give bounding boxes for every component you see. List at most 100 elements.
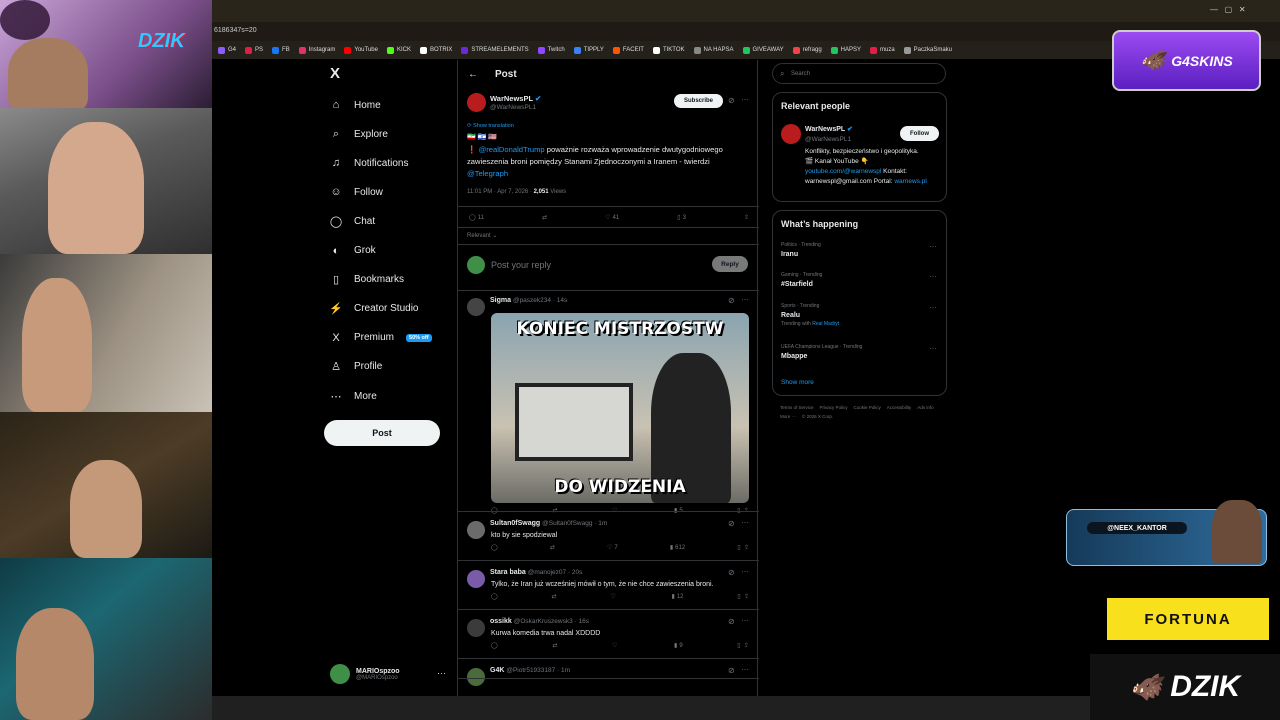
trend-item[interactable]: UEFA Champions League · Trending Mbappe ··… (781, 344, 941, 360)
sidebar-item-bookmarks[interactable]: ▯ Bookmarks (330, 271, 404, 289)
sort-dropdown[interactable]: Relevant ⌄ (467, 232, 497, 239)
grok-icon[interactable]: ⊘ (728, 666, 735, 675)
show-translation-link[interactable]: ⟳ Show translation (467, 123, 514, 129)
like-icon[interactable]: ♡ (610, 593, 617, 600)
bookmark-3[interactable]: Instagram (298, 46, 335, 54)
bookmark-7[interactable]: STREAMELEMENTS (461, 46, 529, 54)
reply-author[interactable]: G4K @Piotr51933187 · 1m (490, 667, 570, 674)
reply-author[interactable]: Sultan0fSwagg @Sultan0fSwagg · 1m (490, 520, 607, 527)
bookmark-12[interactable]: NA HAPSA (693, 46, 734, 54)
trend-item[interactable]: Gaming · Trending #Starfield ··· (781, 272, 941, 288)
more-options-icon[interactable]: ··· (741, 518, 749, 527)
bookmark-15[interactable]: HAPSY (830, 46, 861, 54)
sidebar-item-chat[interactable]: ◯ Chat (330, 212, 375, 230)
bookmark-16[interactable]: muza (870, 46, 895, 54)
bookmark-11[interactable]: TIKTOK (652, 46, 685, 54)
author-name[interactable]: WarNewsPL ✔ (490, 94, 541, 103)
bookmark-icon[interactable]: ▯ ⇪ (737, 593, 749, 600)
footer-link[interactable]: © 2026 X Corp. (802, 414, 833, 419)
show-more-link[interactable]: Show more (781, 379, 814, 386)
bookmark-2[interactable]: FB (272, 46, 290, 54)
mention-link[interactable]: ❗ @realDonaldTrump (467, 145, 545, 154)
x-logo-icon[interactable]: X (330, 65, 340, 82)
bookmark-10[interactable]: FACEIT (612, 46, 644, 54)
share-icon[interactable]: ⇪ (744, 214, 749, 221)
sidebar-item-grok[interactable]: ◐ Grok (330, 242, 376, 260)
bookmark-1[interactable]: PS (245, 46, 263, 54)
sidebar-item-explore[interactable]: ⌕ Explore (330, 125, 388, 143)
like-icon[interactable]: ♡ (612, 642, 619, 649)
bookmark-4[interactable]: YouTube (344, 46, 378, 54)
account-switcher[interactable]: MARIOspzoo @MARIOspzoo (330, 664, 400, 684)
bookmark-8[interactable]: Twitch (537, 46, 565, 54)
sidebar-item-home[interactable]: ⌂ Home (330, 96, 381, 114)
bookmark-0[interactable]: G4 (218, 46, 236, 54)
bookmark-17[interactable]: PaczkaSmaku (903, 46, 952, 54)
avatar[interactable] (467, 570, 485, 588)
avatar[interactable] (467, 521, 485, 539)
like-icon[interactable]: ♡ 41 (605, 214, 619, 222)
bookmark-icon[interactable]: ▯ ⇪ (737, 642, 749, 649)
trend-more-icon[interactable]: ··· (929, 272, 937, 281)
footer-link[interactable]: More ··· (780, 414, 796, 419)
sidebar-item-premium[interactable]: X Premium 50% off (330, 329, 432, 347)
footer-link[interactable]: Ads info (917, 405, 933, 410)
avatar[interactable] (467, 298, 485, 316)
timestamp[interactable]: 11:01 PM · Apr 7, 2026 · (467, 189, 534, 195)
follow-button[interactable]: Follow (900, 126, 939, 141)
reply-icon[interactable]: ◯ (491, 642, 498, 649)
views-icon[interactable]: ▮ 9 (674, 642, 683, 650)
sidebar-item-notifications[interactable]: ♫ Notifications (330, 154, 409, 172)
sidebar-item-profile[interactable]: ♙ Profile (330, 358, 382, 376)
person-handle[interactable]: @WarNewsPL1 (805, 136, 851, 143)
avatar[interactable] (467, 668, 485, 686)
grok-icon[interactable]: ⊘ (728, 568, 735, 577)
more-options-icon[interactable]: ··· (741, 616, 749, 625)
website-link[interactable]: warnews.pl (894, 178, 927, 185)
source-link[interactable]: @Telegraph (467, 169, 508, 178)
bookmark-9[interactable]: TIPPLY (573, 46, 604, 54)
sidebar-item-more[interactable]: ⋯ More (330, 387, 377, 405)
views-icon[interactable]: ▮ 612 (670, 544, 685, 552)
bookmark-5[interactable]: KICK (386, 46, 411, 54)
more-options-icon[interactable]: ··· (741, 567, 749, 576)
author-handle[interactable]: @WarNewsPL1 (490, 104, 536, 111)
reply-author[interactable]: Stara baba @manojez07 · 20s (490, 569, 582, 576)
views-icon[interactable]: ▮ 12 (672, 593, 684, 601)
like-icon[interactable]: ♡ 7 (607, 544, 618, 552)
footer-link[interactable]: Accessibility (887, 405, 912, 410)
sidebar-item-creator-studio[interactable]: ⚡ Creator Studio (329, 300, 418, 318)
sidebar-item-follow[interactable]: ☺ Follow (330, 183, 383, 201)
reply-input[interactable]: Post your reply (491, 260, 551, 270)
search-input[interactable]: ⌕ Search (772, 63, 946, 84)
post-button[interactable]: Post (324, 420, 440, 446)
meme-image[interactable]: KONIEC MISTRZOSTW DO WIDZENIA (491, 313, 749, 503)
footer-link[interactable]: Cookie Policy (854, 405, 881, 410)
youtube-link[interactable]: youtube.com/@warnewspl (805, 168, 881, 175)
repost-icon[interactable]: ⇄ (552, 642, 557, 649)
footer-link[interactable]: Terms of Service (780, 405, 814, 410)
repost-icon[interactable]: ⇄ (552, 593, 557, 600)
reply-author[interactable]: Sigma @paszek234 · 14s (490, 297, 567, 304)
bookmark-icon[interactable]: ▯ ⇪ (737, 544, 749, 551)
reply-author[interactable]: ossikk @OskarKruszewsk3 · 16s (490, 618, 589, 625)
person-name[interactable]: WarNewsPL ✔ (805, 125, 853, 133)
account-more-icon[interactable]: ··· (437, 668, 446, 678)
back-arrow-icon[interactable]: ← (468, 69, 478, 80)
more-options-icon[interactable]: ··· (741, 295, 749, 304)
grok-icon[interactable]: ⊘ (728, 96, 735, 105)
window-controls[interactable]: — ▢ ✕ (1210, 5, 1246, 14)
repost-icon[interactable]: ⇄ (542, 214, 547, 221)
bookmark-icon[interactable]: ▯ 3 (677, 214, 686, 222)
more-options-icon[interactable]: ··· (741, 665, 749, 674)
grok-icon[interactable]: ⊘ (728, 519, 735, 528)
reply-icon[interactable]: ◯ (491, 544, 498, 551)
avatar[interactable] (467, 619, 485, 637)
avatar[interactable] (467, 93, 486, 112)
bookmark-6[interactable]: BOTRIX (419, 46, 452, 54)
grok-icon[interactable]: ⊘ (728, 617, 735, 626)
bookmark-14[interactable]: refragg (792, 46, 822, 54)
grok-icon[interactable]: ⊘ (728, 296, 735, 305)
more-options-icon[interactable]: ··· (741, 95, 749, 104)
repost-icon[interactable]: ⇄ (550, 544, 555, 551)
